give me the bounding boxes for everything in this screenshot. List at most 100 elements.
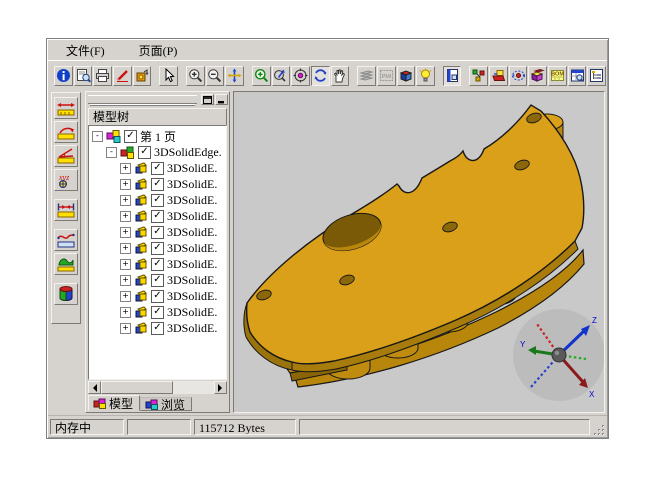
- pmi-button[interactable]: PMI: [377, 66, 396, 86]
- tree-row-page[interactable]: - ✓ 第 1 页: [89, 128, 226, 144]
- measure-distance-button[interactable]: [54, 97, 78, 119]
- measure-volume-button[interactable]: [54, 283, 78, 305]
- tree-row-part[interactable]: +✓3DSolidE.: [89, 224, 226, 240]
- model-tree: - ✓ 第 1 页 - ✓ 3DSolidEdge. +✓3DSolidE. +…: [88, 125, 227, 380]
- visibility-checkbox[interactable]: ✓: [151, 274, 164, 287]
- light-button[interactable]: [416, 66, 435, 86]
- pan-button[interactable]: [225, 66, 244, 86]
- zoom-window-button[interactable]: [252, 66, 271, 86]
- print-button[interactable]: [93, 66, 112, 86]
- part-node-icon: [134, 194, 148, 206]
- expand-icon[interactable]: +: [120, 211, 131, 222]
- visibility-checkbox[interactable]: ✓: [151, 178, 164, 191]
- expand-icon[interactable]: +: [120, 259, 131, 270]
- expand-icon[interactable]: +: [120, 243, 131, 254]
- tree-hscrollbar[interactable]: [88, 381, 227, 394]
- visibility-checkbox[interactable]: ✓: [151, 162, 164, 175]
- part-node-icon: [134, 306, 148, 318]
- pan-hand-button[interactable]: [331, 66, 350, 86]
- explode-button[interactable]: [469, 66, 488, 86]
- visibility-checkbox[interactable]: ✓: [151, 322, 164, 335]
- expand-icon[interactable]: +: [120, 307, 131, 318]
- tree-row-part[interactable]: +✓3DSolidE.: [89, 240, 226, 256]
- tree-row-part[interactable]: +✓3DSolidE.: [89, 288, 226, 304]
- visibility-checkbox[interactable]: ✓: [151, 306, 164, 319]
- tree-row-part[interactable]: +✓3DSolidE.: [89, 304, 226, 320]
- visibility-checkbox[interactable]: ✓: [138, 146, 151, 159]
- measure-curve-button[interactable]: [54, 229, 78, 251]
- tree-row-part[interactable]: +✓3DSolidE.: [89, 160, 226, 176]
- light-icon: [418, 68, 433, 83]
- visibility-checkbox[interactable]: ✓: [151, 210, 164, 223]
- move-part-button[interactable]: [489, 66, 508, 86]
- measure-xyz-icon: xyz: [56, 171, 76, 189]
- palette-titlebar[interactable]: [86, 92, 229, 106]
- menu-bar: 文件(F) 页面(P): [48, 40, 607, 61]
- tree-row-part[interactable]: +✓3DSolidE.: [89, 272, 226, 288]
- rotate-center-button[interactable]: [291, 66, 310, 86]
- viewport-3d[interactable]: Z X Y: [233, 91, 605, 413]
- select-button[interactable]: [159, 66, 178, 86]
- tree-view-button[interactable]: [587, 66, 606, 86]
- expand-icon[interactable]: +: [120, 291, 131, 302]
- tree-label: 3DSolidE.: [167, 209, 217, 224]
- tab-model[interactable]: 模型: [88, 395, 140, 411]
- measure-xyz-button[interactable]: xyz: [54, 169, 78, 191]
- hide-window-icon: [217, 96, 226, 104]
- layers-button[interactable]: [357, 66, 376, 86]
- view-cube-button[interactable]: [397, 66, 416, 86]
- spin-button[interactable]: [509, 66, 528, 86]
- collapse-icon[interactable]: -: [106, 147, 117, 158]
- measure-radius-button[interactable]: [54, 121, 78, 143]
- rotate-button[interactable]: [311, 66, 330, 86]
- resize-grip[interactable]: [593, 424, 605, 436]
- bom-button[interactable]: BOM: [548, 66, 567, 86]
- tree-row-part[interactable]: +✓3DSolidE.: [89, 176, 226, 192]
- tree-row-part[interactable]: +✓3DSolidE.: [89, 192, 226, 208]
- menu-page[interactable]: 页面(P): [135, 41, 182, 60]
- palette-expand-button[interactable]: [201, 94, 214, 105]
- tree-row-part[interactable]: + ✓3DSolidE.: [89, 208, 226, 224]
- tree-row-part[interactable]: +✓3DSolidE.: [89, 320, 226, 336]
- part-node-icon: [134, 258, 148, 270]
- boxes-3d-button[interactable]: [528, 66, 547, 86]
- scroll-left-button[interactable]: [88, 381, 101, 394]
- tree-row-part[interactable]: +✓3DSolidE.: [89, 256, 226, 272]
- markup-button[interactable]: [113, 66, 132, 86]
- scrollbar-track[interactable]: [173, 381, 214, 394]
- zoom-out-button[interactable]: [206, 66, 225, 86]
- table-find-button[interactable]: [568, 66, 587, 86]
- scroll-right-button[interactable]: [214, 381, 227, 394]
- rotate-center-icon: [293, 68, 308, 83]
- expand-icon[interactable]: +: [120, 323, 131, 334]
- visibility-checkbox[interactable]: ✓: [151, 242, 164, 255]
- measure-area-button[interactable]: [54, 253, 78, 275]
- palette-close-button[interactable]: [215, 94, 228, 105]
- layers-icon: [359, 68, 374, 83]
- visibility-checkbox[interactable]: ✓: [151, 226, 164, 239]
- visibility-checkbox[interactable]: ✓: [124, 130, 137, 143]
- tree-row-assembly[interactable]: - ✓ 3DSolidEdge.: [89, 144, 226, 160]
- preview-button[interactable]: [74, 66, 93, 86]
- expand-icon[interactable]: +: [120, 227, 131, 238]
- visibility-checkbox[interactable]: ✓: [151, 290, 164, 303]
- visibility-checkbox[interactable]: ✓: [151, 194, 164, 207]
- info-button[interactable]: [54, 66, 73, 86]
- zoom-select-button[interactable]: [272, 66, 291, 86]
- menu-file[interactable]: 文件(F): [62, 41, 109, 60]
- expand-icon[interactable]: +: [120, 275, 131, 286]
- measure-angle-button[interactable]: [54, 145, 78, 167]
- collapse-icon[interactable]: -: [92, 131, 103, 142]
- measure-between-button[interactable]: [54, 199, 78, 221]
- tab-browse[interactable]: 浏览: [140, 397, 192, 411]
- expand-icon[interactable]: +: [120, 195, 131, 206]
- expand-icon[interactable]: +: [120, 179, 131, 190]
- notebook-button[interactable]: [443, 66, 462, 86]
- zoom-in-button[interactable]: [186, 66, 205, 86]
- color-edit-button[interactable]: [133, 66, 152, 86]
- visibility-checkbox[interactable]: ✓: [151, 258, 164, 271]
- scrollbar-thumb[interactable]: [101, 381, 173, 394]
- palette-gripper[interactable]: [88, 95, 197, 104]
- toolbar-separator: [350, 66, 357, 86]
- expand-icon[interactable]: +: [120, 163, 131, 174]
